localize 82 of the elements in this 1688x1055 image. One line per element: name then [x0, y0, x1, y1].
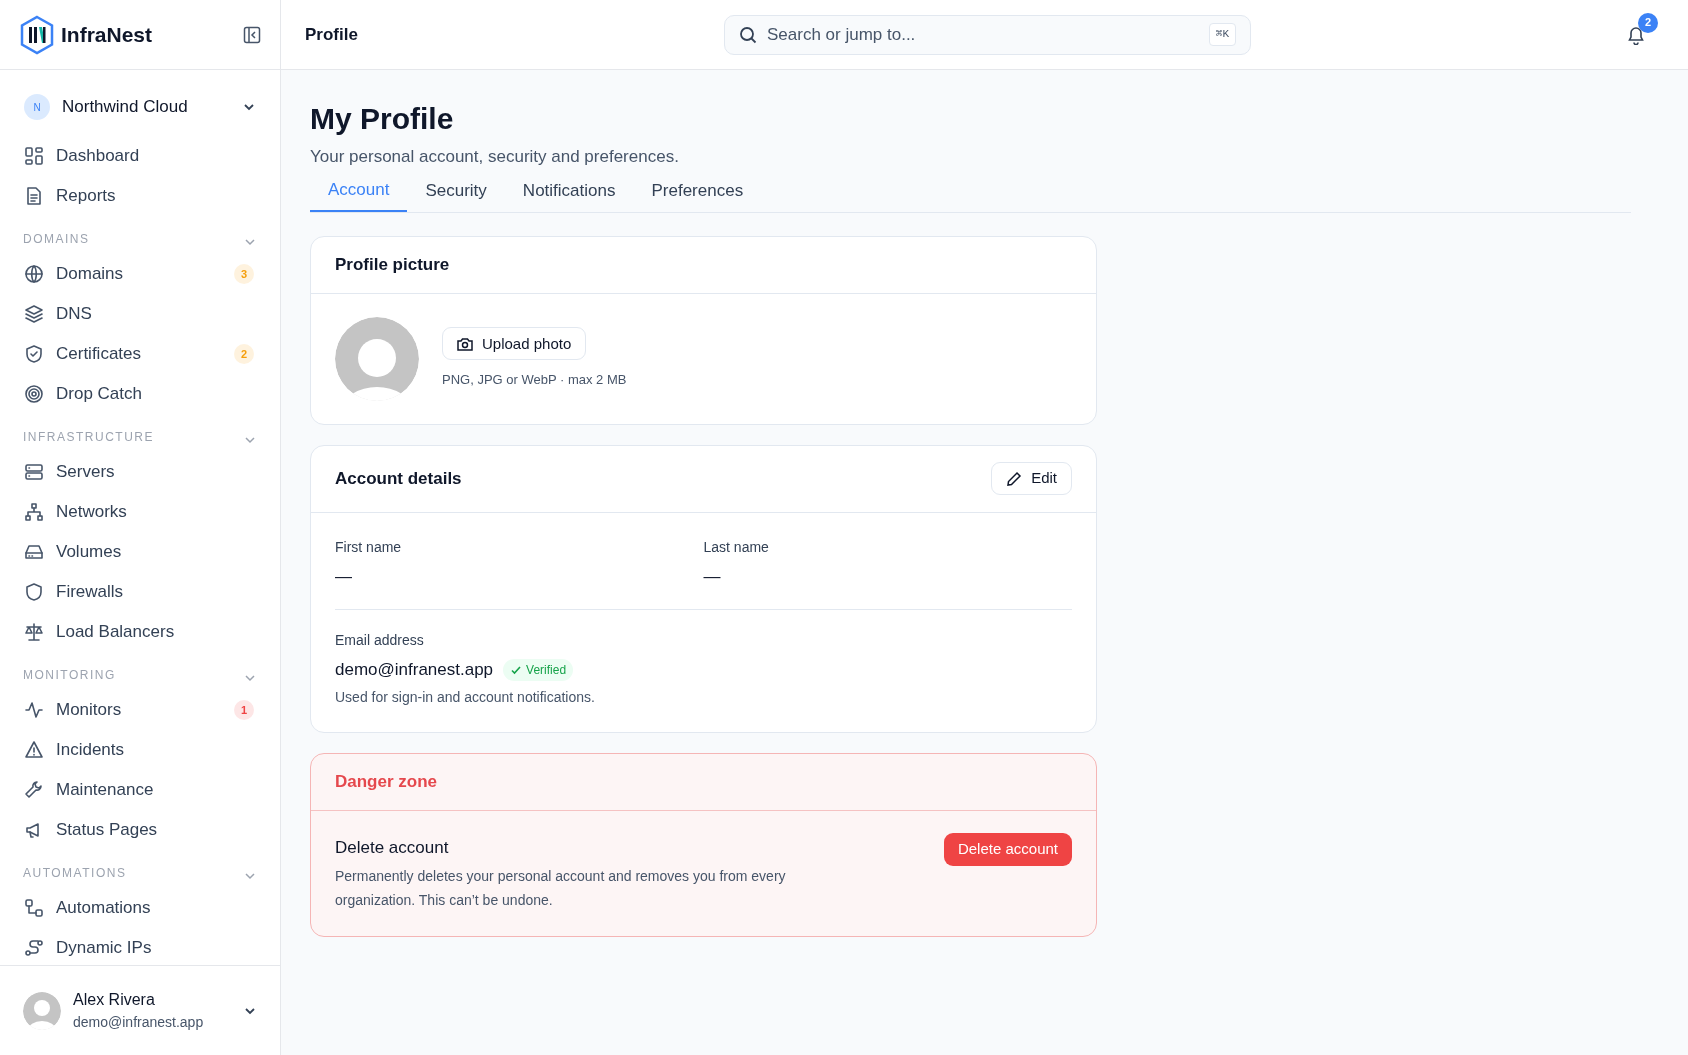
wrench-icon [24, 780, 44, 800]
section-label: INFRASTRUCTURE [23, 429, 154, 446]
field-label: Last name [703, 537, 770, 557]
page-subtitle: Your personal account, security and preferences. [310, 146, 680, 168]
tab[interactable]: Account [310, 169, 408, 212]
notification-count: 2 [1638, 12, 1658, 33]
field-value: — [703, 565, 722, 588]
pencil-icon [1006, 470, 1023, 487]
tab[interactable]: Security [407, 169, 505, 212]
document-icon [24, 186, 44, 206]
bell-icon [1626, 24, 1646, 45]
section-label: MONITORING [23, 667, 116, 684]
layers-icon [24, 304, 44, 324]
sidebar-collapse-icon[interactable] [243, 25, 261, 44]
search-icon [739, 25, 757, 44]
upload-hint: PNG, JPG or WebP · max 2 MB [442, 371, 627, 390]
notifications-button[interactable]: 2 [1614, 12, 1658, 57]
action-title: Delete account [335, 836, 450, 859]
scale-icon [24, 622, 44, 642]
user-name: Alex Rivera [73, 990, 156, 1010]
nav-item[interactable]: Load Balancers [20, 612, 260, 652]
card-title: Account details [335, 467, 462, 490]
server-icon [24, 462, 44, 482]
workspace-initial: N [24, 94, 50, 120]
count-badge: 3 [234, 264, 254, 284]
camera-icon [457, 336, 473, 351]
search-bar[interactable]: Search or jump to... ⌘K [724, 14, 1251, 55]
grid-icon [24, 146, 44, 166]
edit-button[interactable]: Edit [991, 462, 1072, 495]
delete-account-button[interactable]: Delete account [943, 832, 1072, 866]
nav-item[interactable]: Volumes [20, 532, 260, 572]
shield-check-icon [24, 344, 44, 364]
app-name: InfraNest [61, 21, 153, 48]
nav-item[interactable]: Monitors 1 [20, 690, 260, 730]
field-value: — [335, 565, 353, 588]
page-title: My Profile [310, 101, 455, 137]
drive-icon [24, 542, 44, 562]
field-label: Email address [335, 631, 425, 650]
count-badge: 1 [234, 700, 254, 720]
nav-item[interactable]: Dynamic IPs [20, 928, 260, 965]
warning-icon [24, 740, 44, 760]
count-badge: 2 [234, 344, 254, 364]
target-icon [24, 384, 44, 404]
nav-item[interactable]: Status Pages [20, 810, 260, 850]
field-label: First name [335, 537, 403, 557]
nav-item[interactable]: DNS [20, 294, 260, 334]
shield-icon [24, 582, 44, 602]
tab[interactable]: Preferences [633, 169, 762, 212]
action-description: Permanently deletes your personal account and removes you from every organization. This can’t be undone. [335, 867, 787, 910]
nav-item[interactable]: Certificates 2 [20, 334, 260, 374]
globe-icon [24, 264, 44, 284]
page-header-title: Profile [305, 23, 359, 46]
workspace-switcher[interactable]: N Northwind Cloud [20, 84, 260, 130]
nav-item[interactable]: Firewalls [20, 572, 260, 612]
nav-item[interactable]: Automations [20, 888, 260, 928]
route-icon [24, 938, 44, 958]
nav-item[interactable]: Dashboard [20, 136, 260, 176]
nav-item[interactable]: Drop Catch [20, 374, 260, 414]
activity-icon [24, 700, 44, 720]
upload-photo-button[interactable]: Upload photo [442, 327, 587, 361]
section-label: DOMAINS [23, 231, 90, 248]
workflow-icon [24, 898, 44, 918]
network-icon [24, 502, 44, 522]
search-input[interactable]: Search or jump to... [767, 21, 1199, 48]
shortcut-key: ⌘K [1208, 23, 1236, 46]
logo-icon [19, 14, 55, 55]
nav-item[interactable]: Reports [20, 176, 260, 216]
nav-item[interactable]: Maintenance [20, 770, 260, 810]
verified-badge: Verified [503, 658, 574, 681]
user-avatar [23, 991, 61, 1030]
nav-item[interactable]: Networks [20, 492, 260, 532]
card-title: Danger zone [335, 770, 438, 793]
section-label: AUTOMATIONS [23, 865, 127, 882]
tab[interactable]: Notifications [504, 169, 634, 212]
card-title: Profile picture [335, 253, 450, 276]
nav-item[interactable]: Domains 3 [20, 254, 260, 294]
email-note: Used for sign-in and account notifications. [335, 687, 596, 707]
email-value: demo@infranest.app [335, 659, 494, 681]
user-email: demo@infranest.app [73, 1013, 205, 1032]
nav-item[interactable]: Incidents [20, 730, 260, 770]
workspace-name: Northwind Cloud [62, 96, 189, 119]
nav-item[interactable]: Servers [20, 452, 260, 492]
